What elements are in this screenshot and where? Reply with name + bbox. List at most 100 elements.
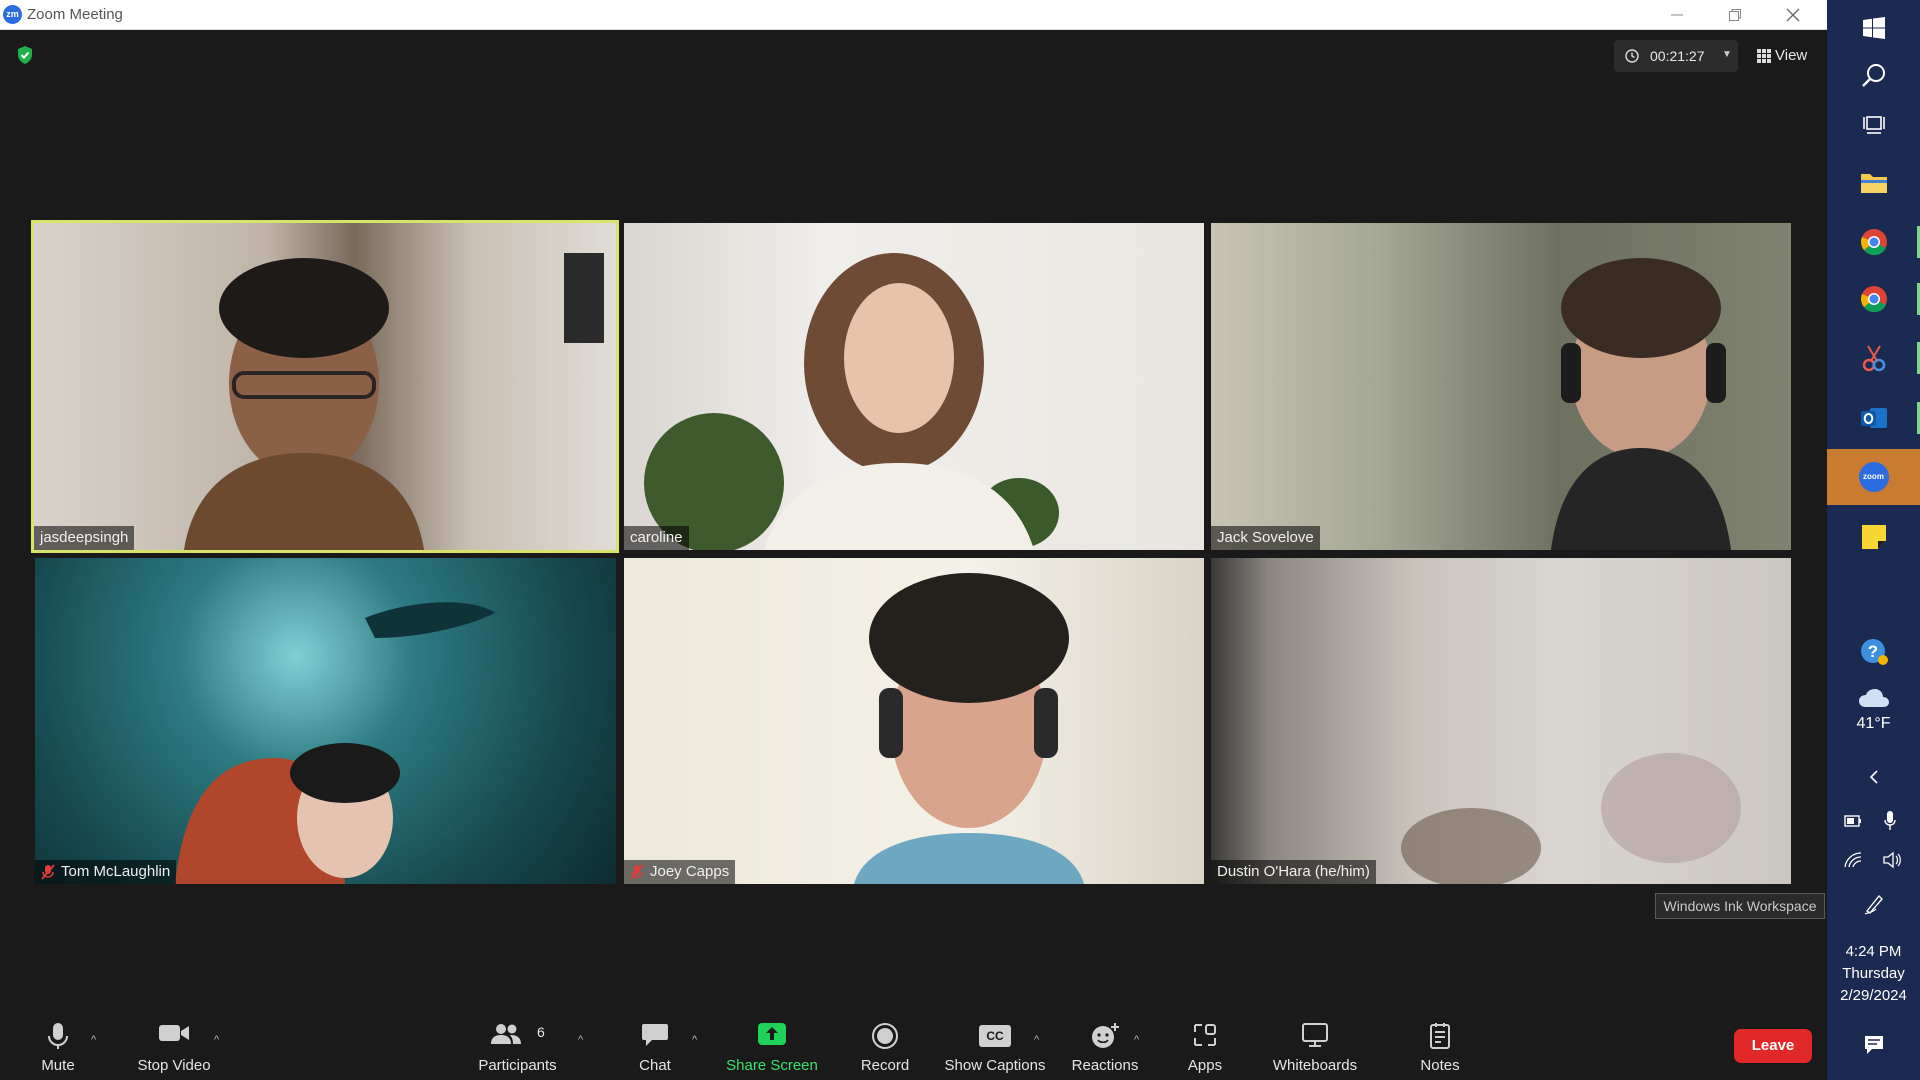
folder-icon <box>1860 174 1887 193</box>
share-screen-label: Share Screen <box>726 1057 818 1074</box>
participant-name-label: Joey Capps <box>624 860 736 884</box>
whiteboard-icon <box>1302 1023 1328 1047</box>
meeting-timer[interactable]: 00:21:27 ▼ <box>1614 40 1738 72</box>
volume-icon[interactable] <box>1882 851 1902 869</box>
window-title: Zoom Meeting <box>27 6 123 23</box>
clock-day[interactable]: Thursday <box>1827 965 1920 982</box>
weather-widget[interactable] <box>1827 678 1920 718</box>
participant-name-label: caroline <box>624 526 689 550</box>
view-button[interactable]: View <box>1751 40 1811 72</box>
participant-name-label: Tom McLaughlin <box>35 860 177 884</box>
participant-name-label: jasdeepsingh <box>34 526 135 550</box>
apps-icon <box>1194 1024 1216 1046</box>
participants-options-chevron-icon[interactable]: ^ <box>578 1034 583 1046</box>
whiteboards-button[interactable]: Whiteboards <box>1265 1008 1365 1080</box>
pen-icon <box>1864 894 1883 915</box>
wifi-icon[interactable] <box>1844 852 1862 868</box>
snipping-tool-taskbar[interactable] <box>1827 330 1920 386</box>
clock-date[interactable]: 2/29/2024 <box>1827 987 1920 1004</box>
reactions-options-chevron-icon[interactable]: ^ <box>1134 1034 1139 1046</box>
cloud-icon <box>1858 689 1889 707</box>
mute-options-chevron-icon[interactable]: ^ <box>91 1034 96 1046</box>
reactions-button[interactable]: Reactions <box>1065 1008 1145 1080</box>
participant-name-label: Dustin O'Hara (he/him) <box>1211 860 1376 884</box>
windows-ink-button[interactable] <box>1827 878 1920 930</box>
close-button[interactable] <box>1764 0 1822 29</box>
title-bar: zm Zoom Meeting <box>0 0 1827 30</box>
share-screen-button[interactable]: Share Screen <box>722 1008 822 1080</box>
video-tile-jack-sovelove[interactable]: Jack Sovelove <box>1211 223 1791 550</box>
reactions-smiley-icon <box>1092 1023 1119 1048</box>
participant-video <box>1401 753 1741 884</box>
search-icon <box>1861 64 1885 87</box>
snipping-tool-icon <box>1862 345 1885 372</box>
notes-icon <box>1430 1023 1450 1049</box>
minimize-button[interactable] <box>1648 0 1706 29</box>
tray-row-2 <box>1827 842 1920 878</box>
notification-center-button[interactable] <box>1827 1018 1920 1072</box>
video-tile-dustin-ohara[interactable]: Dustin O'Hara (he/him) <box>1211 558 1791 884</box>
sticky-notes-taskbar[interactable] <box>1827 509 1920 565</box>
notes-label: Notes <box>1420 1057 1460 1074</box>
microphone-icon <box>48 1023 68 1049</box>
battery-icon[interactable] <box>1844 814 1862 828</box>
record-icon <box>872 1023 898 1049</box>
video-tile-joey-capps[interactable]: Joey Capps <box>624 558 1204 884</box>
search-button[interactable] <box>1827 47 1920 103</box>
participants-icon <box>491 1024 522 1044</box>
apps-button[interactable]: Apps <box>1175 1008 1235 1080</box>
video-tile-caroline[interactable]: caroline <box>624 223 1204 550</box>
whiteboards-label: Whiteboards <box>1272 1057 1358 1074</box>
tray-row-1 <box>1827 802 1920 842</box>
participant-video <box>175 602 495 884</box>
chat-options-chevron-icon[interactable]: ^ <box>692 1034 697 1046</box>
sticky-notes-icon <box>1861 525 1886 549</box>
file-explorer-taskbar[interactable] <box>1827 155 1920 211</box>
apps-label: Apps <box>1187 1057 1223 1074</box>
stop-video-button[interactable]: Stop Video <box>130 1008 218 1080</box>
muted-mic-icon <box>41 864 55 880</box>
chevron-down-icon: ▼ <box>1722 49 1732 60</box>
task-view-icon <box>1862 116 1885 134</box>
svg-text:?: ? <box>1867 642 1877 661</box>
restore-button[interactable] <box>1706 0 1764 29</box>
participants-label: Participants <box>478 1057 557 1074</box>
minimize-icon <box>1671 14 1683 15</box>
clock-time[interactable]: 4:24 PM <box>1827 943 1920 960</box>
video-options-chevron-icon[interactable]: ^ <box>214 1034 219 1046</box>
participants-button[interactable]: 6 Participants <box>470 1008 565 1080</box>
mute-button[interactable]: Mute <box>28 1008 88 1080</box>
video-tile-jasdeepsingh[interactable]: jasdeepsingh <box>31 220 619 553</box>
meeting-controls-toolbar: Mute ^ Stop Video ^ 6 Participants ^ Cha… <box>0 1008 1827 1080</box>
captions-options-chevron-icon[interactable]: ^ <box>1034 1034 1039 1046</box>
chrome-icon <box>1860 229 1887 256</box>
outlook-taskbar[interactable] <box>1827 390 1920 446</box>
chrome-icon <box>1860 286 1887 313</box>
captions-cc-icon: CC <box>979 1025 1011 1047</box>
participant-name: Dustin O'Hara (he/him) <box>1217 863 1370 880</box>
record-button[interactable]: Record <box>855 1008 915 1080</box>
leave-button[interactable]: Leave <box>1734 1029 1812 1063</box>
view-label: View <box>1775 47 1808 64</box>
microphone-tray-icon[interactable] <box>1883 810 1897 832</box>
video-tile-tom-mclaughlin[interactable]: Tom McLaughlin <box>35 558 616 884</box>
task-view-button[interactable] <box>1827 96 1920 152</box>
participants-count: 6 <box>537 1024 545 1040</box>
participant-name: Joey Capps <box>650 863 730 880</box>
participant-name: Tom McLaughlin <box>61 863 171 880</box>
notes-button[interactable]: Notes <box>1410 1008 1470 1080</box>
help-taskbar[interactable]: ? <box>1827 624 1920 680</box>
chrome-taskbar-2[interactable] <box>1827 271 1920 327</box>
zoom-taskbar[interactable]: zoom <box>1827 449 1920 505</box>
weather-temperature: 41°F <box>1856 715 1891 732</box>
chrome-taskbar-1[interactable] <box>1827 214 1920 270</box>
windows-ink-tooltip: Windows Ink Workspace <box>1655 893 1825 919</box>
zoom-app-icon: zoom <box>1858 462 1889 492</box>
participant-video <box>1551 258 1731 550</box>
help-icon: ? <box>1860 639 1888 665</box>
encryption-shield-icon[interactable] <box>15 45 35 65</box>
chevron-left-icon <box>1869 770 1878 784</box>
chat-button[interactable]: Chat <box>625 1008 685 1080</box>
show-hidden-icons-button[interactable] <box>1827 752 1920 802</box>
participant-name: caroline <box>630 529 683 546</box>
